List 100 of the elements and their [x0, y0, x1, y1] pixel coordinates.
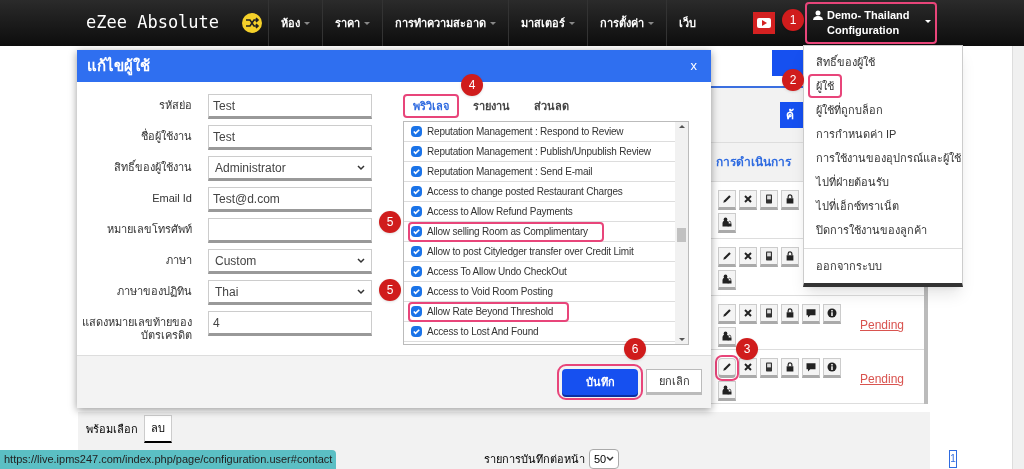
nav-menu-item[interactable]: เว็บ	[666, 0, 708, 46]
userlock-button[interactable]	[718, 381, 736, 402]
input-field[interactable]: Test	[208, 94, 372, 119]
input-field[interactable]	[208, 218, 372, 243]
lock-button[interactable]	[781, 304, 799, 325]
close-button[interactable]: x	[686, 56, 701, 76]
checkbox[interactable]	[411, 146, 422, 157]
page-number-button[interactable]: 1	[949, 450, 957, 468]
userlock-button[interactable]	[718, 213, 736, 234]
phone-icon	[763, 250, 775, 263]
phone-icon	[763, 307, 775, 320]
scroll-thumb[interactable]	[677, 228, 686, 242]
page-scrollbar[interactable]	[1012, 46, 1024, 469]
delete-button[interactable]	[739, 304, 757, 325]
lock-icon	[784, 361, 796, 374]
checkbox[interactable]	[411, 286, 422, 297]
select-field[interactable]: Administrator	[208, 156, 372, 181]
tab[interactable]: รายงาน	[463, 94, 520, 118]
privilege-option[interactable]: Allow Rate Beyond Threshold	[408, 301, 570, 322]
tab[interactable]: ส่วนลด	[524, 94, 579, 118]
device-button[interactable]	[760, 247, 778, 268]
lock-button[interactable]	[781, 190, 799, 211]
comment-button[interactable]	[802, 358, 820, 379]
chevron-down-icon	[357, 288, 365, 295]
cancel-button[interactable]: ยกเลิก	[646, 369, 702, 395]
scroll-down-icon	[678, 338, 685, 341]
menu-item[interactable]: การใช้งานของอุปกรณ์และผู้ใช้	[808, 146, 969, 170]
pencil-icon	[721, 307, 733, 320]
comment-button[interactable]	[802, 304, 820, 325]
input-field[interactable]: 4	[208, 311, 372, 336]
checkbox[interactable]	[411, 306, 422, 317]
delete-button[interactable]	[739, 358, 757, 379]
scroll-up-icon	[678, 125, 685, 128]
checkbox[interactable]	[411, 266, 422, 277]
device-button[interactable]	[760, 358, 778, 379]
device-button[interactable]	[760, 304, 778, 325]
dialog-title: แก้ไขผู้ใช้	[87, 55, 150, 78]
delete-button[interactable]	[739, 190, 757, 211]
input-field[interactable]: Test	[208, 125, 372, 150]
nav-menu-item[interactable]: การตั้งค่า	[587, 0, 666, 46]
privilege-option[interactable]: Access to Lost And Found	[408, 321, 555, 342]
field-label: ภาษา	[165, 253, 192, 267]
checkbox[interactable]	[411, 226, 422, 237]
nav-menu-item[interactable]: ราคา	[322, 0, 382, 46]
device-button[interactable]	[760, 190, 778, 211]
edit-button[interactable]	[718, 247, 736, 268]
nav-menu-item[interactable]: มาสเตอร์	[508, 0, 587, 46]
select-field[interactable]: Custom	[208, 249, 372, 274]
lock-icon	[784, 193, 796, 206]
privilege-option[interactable]: Access to change posted Restaurant Charges	[408, 181, 639, 202]
pencil-icon	[721, 193, 733, 206]
menu-item[interactable]: สิทธิ์ของผู้ใช้	[808, 50, 883, 74]
menu-item[interactable]: ผู้ใช้	[808, 74, 842, 98]
edit-button[interactable]	[718, 358, 736, 379]
checkbox[interactable]	[411, 206, 422, 217]
field-label: หมายเลขโทรศัพท์	[106, 222, 192, 236]
menu-item[interactable]: ไปที่ฝ่ายต้อนรับ	[808, 170, 897, 194]
user-lock-icon	[721, 216, 733, 229]
list-scrollbar[interactable]	[675, 122, 688, 344]
tab[interactable]: พริวิเลจ	[403, 94, 459, 118]
privilege-option[interactable]: Reputation Management : Respond to Review	[408, 122, 640, 142]
video-play-icon[interactable]	[753, 12, 775, 34]
field-label: ภาษาของปฏิทิน	[116, 284, 192, 298]
select-field[interactable]: Thai	[208, 280, 372, 305]
userlock-button[interactable]	[718, 327, 736, 348]
checkbox[interactable]	[411, 326, 422, 337]
checkbox[interactable]	[411, 246, 422, 257]
pencil-icon	[721, 361, 733, 374]
checkbox[interactable]	[411, 126, 422, 137]
per-page-select[interactable]: 50	[589, 449, 620, 469]
lock-button[interactable]	[781, 358, 799, 379]
delete-button[interactable]	[739, 247, 757, 268]
privilege-option[interactable]: Access to Allow Refund Payments	[408, 201, 589, 222]
menu-item[interactable]: ไปที่เอ็กซ์ทราเน็ต	[808, 194, 907, 218]
privilege-option[interactable]: Reputation Management : Send E-mail	[408, 161, 609, 182]
input-field[interactable]: Test@d.com	[208, 187, 372, 212]
checkbox[interactable]	[411, 166, 422, 177]
menu-item[interactable]: ปิดการใช้งานของลูกค้า	[808, 218, 935, 242]
menu-item[interactable]: ออกจากระบบ	[804, 255, 962, 279]
nav-menu-item[interactable]: ห้อง	[268, 0, 322, 46]
user-lock-icon	[721, 384, 733, 397]
status-link[interactable]: Pending	[860, 316, 905, 335]
privilege-option[interactable]: Access to Void Room Posting	[408, 281, 569, 302]
userlock-button[interactable]	[718, 270, 736, 291]
lock-button[interactable]	[781, 247, 799, 268]
info-button[interactable]	[823, 304, 841, 325]
column-header: การดำเนินการ	[716, 154, 791, 172]
comment-icon	[805, 361, 817, 374]
status-link[interactable]: Pending	[860, 370, 905, 389]
privilege-option[interactable]: Allow to post Cityledger transfer over Credit Limit	[408, 241, 650, 262]
info-button[interactable]	[823, 358, 841, 379]
privilege-option[interactable]: Reputation Management : Publish/Unpublish Review	[408, 141, 667, 162]
checkbox[interactable]	[411, 186, 422, 197]
privilege-option[interactable]: Access To Allow Undo CheckOut	[408, 261, 583, 282]
privilege-option[interactable]: Allow selling Room as Complimentary	[408, 221, 604, 242]
tab[interactable]: ลบ	[144, 415, 172, 443]
edit-button[interactable]	[718, 304, 736, 325]
edit-button[interactable]	[718, 190, 736, 211]
nav-menu-item[interactable]: การทำความสะอาด	[382, 0, 508, 46]
tab[interactable]: พร้อมเลือก	[80, 415, 144, 443]
